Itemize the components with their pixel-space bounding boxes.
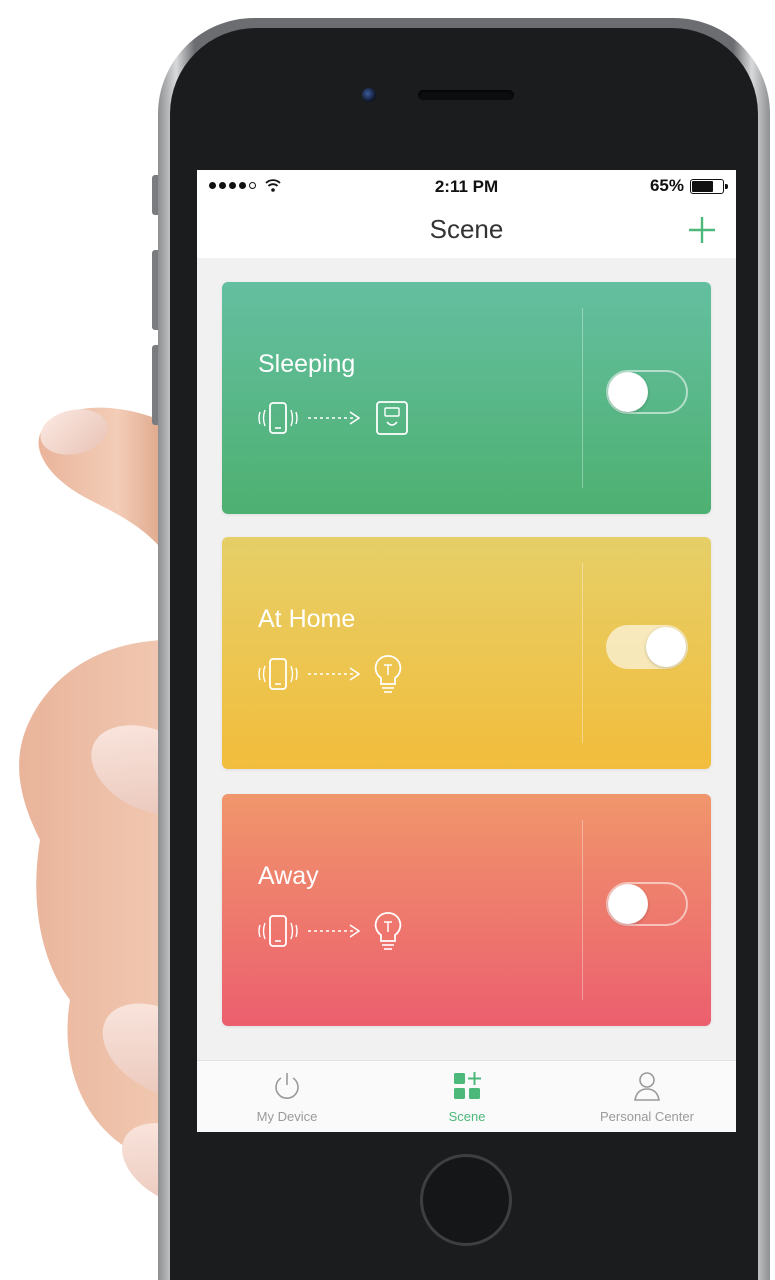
tab-bar: My Device Scene Personal Center [197,1060,736,1132]
battery-percent: 65% [649,176,684,195]
status-bar: 2:11 PM 65% [197,170,736,204]
power-icon [275,1073,299,1099]
battery-indicator: 65% [649,176,728,196]
home-button[interactable] [420,1154,512,1246]
card-divider [582,308,583,488]
page-title: Scene [429,214,504,244]
navigation-bar: Scene [197,204,736,258]
light-bulb-icon [374,655,402,693]
scene-card-away[interactable]: Away [222,794,711,1026]
toggle-knob [608,884,648,924]
scene-grid-icon [454,1072,481,1099]
scene-toggle[interactable] [606,625,688,669]
tab-label: Personal Center [600,1109,694,1124]
card-divider [582,563,583,743]
battery-icon [690,178,728,194]
phone-vibrate-icon [258,658,298,690]
tab-scene[interactable]: Scene [377,1061,557,1132]
tab-personal-center[interactable]: Personal Center [557,1061,736,1132]
scene-toggle[interactable] [606,882,688,926]
scene-title: Sleeping [258,350,356,378]
scene-title: Away [258,862,319,890]
earpiece-speaker [418,90,514,100]
tab-label: Scene [448,1109,486,1124]
toggle-knob [608,372,648,412]
phone-vibrate-icon [258,915,298,947]
scene-flow [258,910,404,952]
dashed-arrow-icon [308,667,361,681]
scene-flow [258,653,404,695]
scene-flow [258,398,412,438]
plus-icon[interactable] [684,212,720,248]
dashed-arrow-icon [308,411,361,425]
scene-title: At Home [258,605,356,633]
scene-toggle[interactable] [606,370,688,414]
front-camera [362,88,376,102]
toggle-knob [646,627,686,667]
tab-my-device[interactable]: My Device [197,1061,377,1132]
light-bulb-icon [374,912,402,950]
scene-card-at-home[interactable]: At Home [222,537,711,769]
person-icon [634,1072,660,1101]
smart-plug-icon [376,401,408,435]
app-screen: 2:11 PM 65% Scene Sleeping At Home Away … [197,170,736,1132]
tab-label: My Device [256,1109,318,1124]
dashed-arrow-icon [308,924,361,938]
scene-card-sleeping[interactable]: Sleeping [222,282,711,514]
phone-vibrate-icon [258,402,298,434]
card-divider [582,820,583,1000]
